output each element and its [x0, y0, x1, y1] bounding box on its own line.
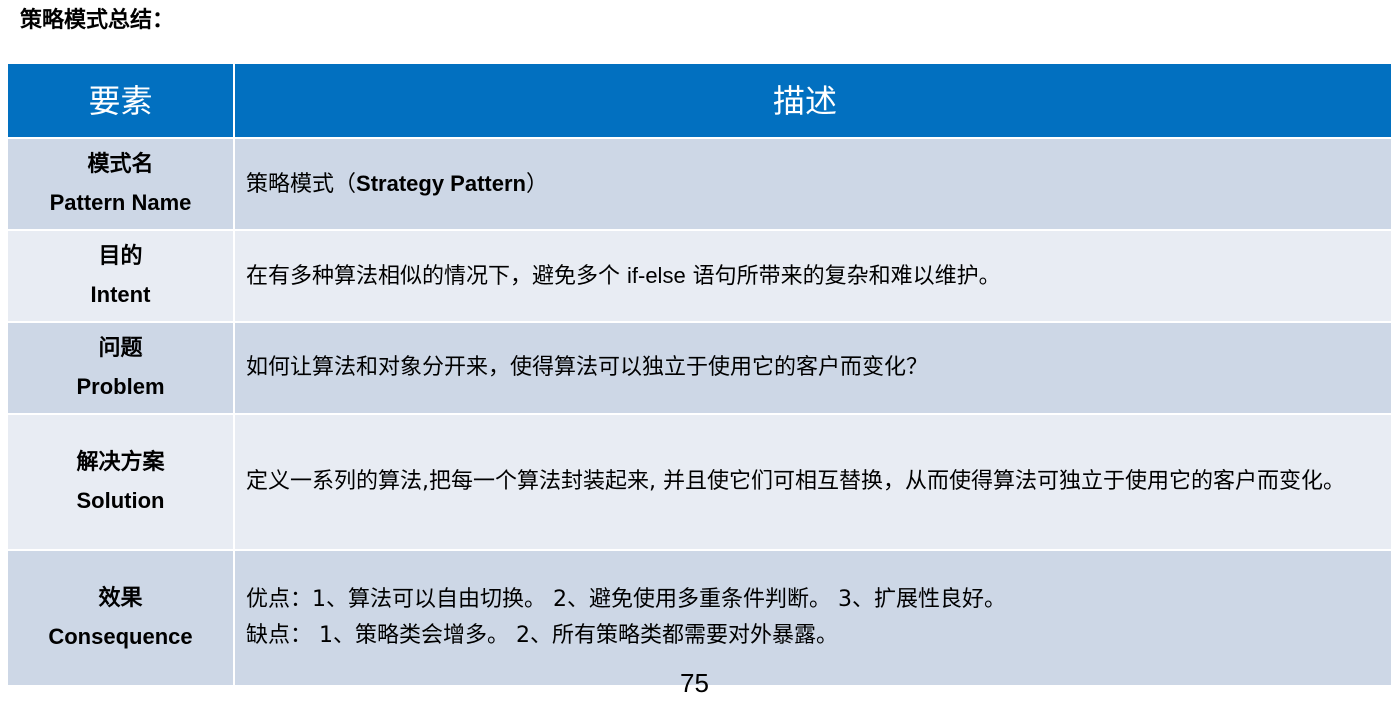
row-label: 解决方案 Solution [8, 415, 235, 549]
table-row-intent: 目的 Intent 在有多种算法相似的情况下，避免多个 if-else 语句所带… [8, 231, 1391, 323]
row-label: 模式名 Pattern Name [8, 139, 235, 229]
row-label-en: Consequence [48, 624, 193, 649]
row-description: 优点：1、算法可以自由切换。 2、避免使用多重条件判断。 3、扩展性良好。 缺点… [235, 551, 1391, 685]
description-line-cons: 缺点： 1、策略类会增多。 2、所有策略类都需要对外暴露。 [246, 623, 838, 648]
description-text: 如何让算法和对象分开来，使得算法可以独立于使用它的客户而变化？ [246, 355, 929, 380]
row-label: 目的 Intent [8, 231, 235, 321]
row-label-cn: 效果 [98, 586, 143, 611]
page-number: 75 [680, 668, 709, 698]
row-label-cn: 问题 [98, 336, 143, 361]
desc-code: if-else [627, 262, 686, 288]
table-row-solution: 解决方案 Solution 定义一系列的算法,把每一个算法封装起来, 并且使它们… [8, 415, 1391, 551]
row-label: 效果 Consequence [8, 551, 235, 685]
row-description: 策略模式（Strategy Pattern） [235, 139, 1391, 229]
row-label-cn: 模式名 [87, 152, 154, 177]
description-text: 在有多种算法相似的情况下，避免多个 if-else 语句所带来的复杂和难以维护。 [246, 258, 1375, 295]
row-label-en: Solution [76, 488, 165, 513]
header-description-cell: 描述 [235, 64, 1391, 137]
table-header-row: 要素 描述 [8, 64, 1391, 139]
desc-bold: Strategy Pattern [356, 170, 526, 196]
header-element-cell: 要素 [8, 64, 235, 137]
desc-part2: 语句所带来的复杂和难以维护。 [685, 263, 1001, 289]
row-label: 问题 Problem [8, 323, 235, 413]
desc-part1: 在有多种算法相似的情况下，避免多个 [246, 263, 627, 289]
row-label-en: Problem [76, 374, 165, 399]
row-label-cn: 目的 [98, 244, 143, 269]
description-line-pros: 优点：1、算法可以自由切换。 2、避免使用多重条件判断。 3、扩展性良好。 [246, 587, 1006, 612]
page-title: 策略模式总结： [20, 8, 175, 33]
row-label-en: Pattern Name [49, 190, 192, 215]
desc-prefix: 策略模式（ [246, 171, 357, 197]
table-row-problem: 问题 Problem 如何让算法和对象分开来，使得算法可以独立于使用它的客户而变… [8, 323, 1391, 415]
description-text: 定义一系列的算法,把每一个算法封装起来, 并且使它们可相互替换，从而使得算法可独… [246, 469, 1345, 494]
row-description: 在有多种算法相似的情况下，避免多个 if-else 语句所带来的复杂和难以维护。 [235, 231, 1391, 321]
table-row-consequence: 效果 Consequence 优点：1、算法可以自由切换。 2、避免使用多重条件… [8, 551, 1391, 685]
summary-table: 要素 描述 模式名 Pattern Name 策略模式（Strategy Pat… [8, 64, 1391, 685]
row-label-cn: 解决方案 [76, 450, 165, 475]
desc-suffix: ） [525, 171, 548, 197]
row-description: 如何让算法和对象分开来，使得算法可以独立于使用它的客户而变化？ [235, 323, 1391, 413]
table-row-pattern-name: 模式名 Pattern Name 策略模式（Strategy Pattern） [8, 139, 1391, 231]
row-label-en: Intent [90, 282, 151, 307]
row-description: 定义一系列的算法,把每一个算法封装起来, 并且使它们可相互替换，从而使得算法可独… [235, 415, 1391, 549]
description-text: 策略模式（Strategy Pattern） [246, 166, 1375, 203]
